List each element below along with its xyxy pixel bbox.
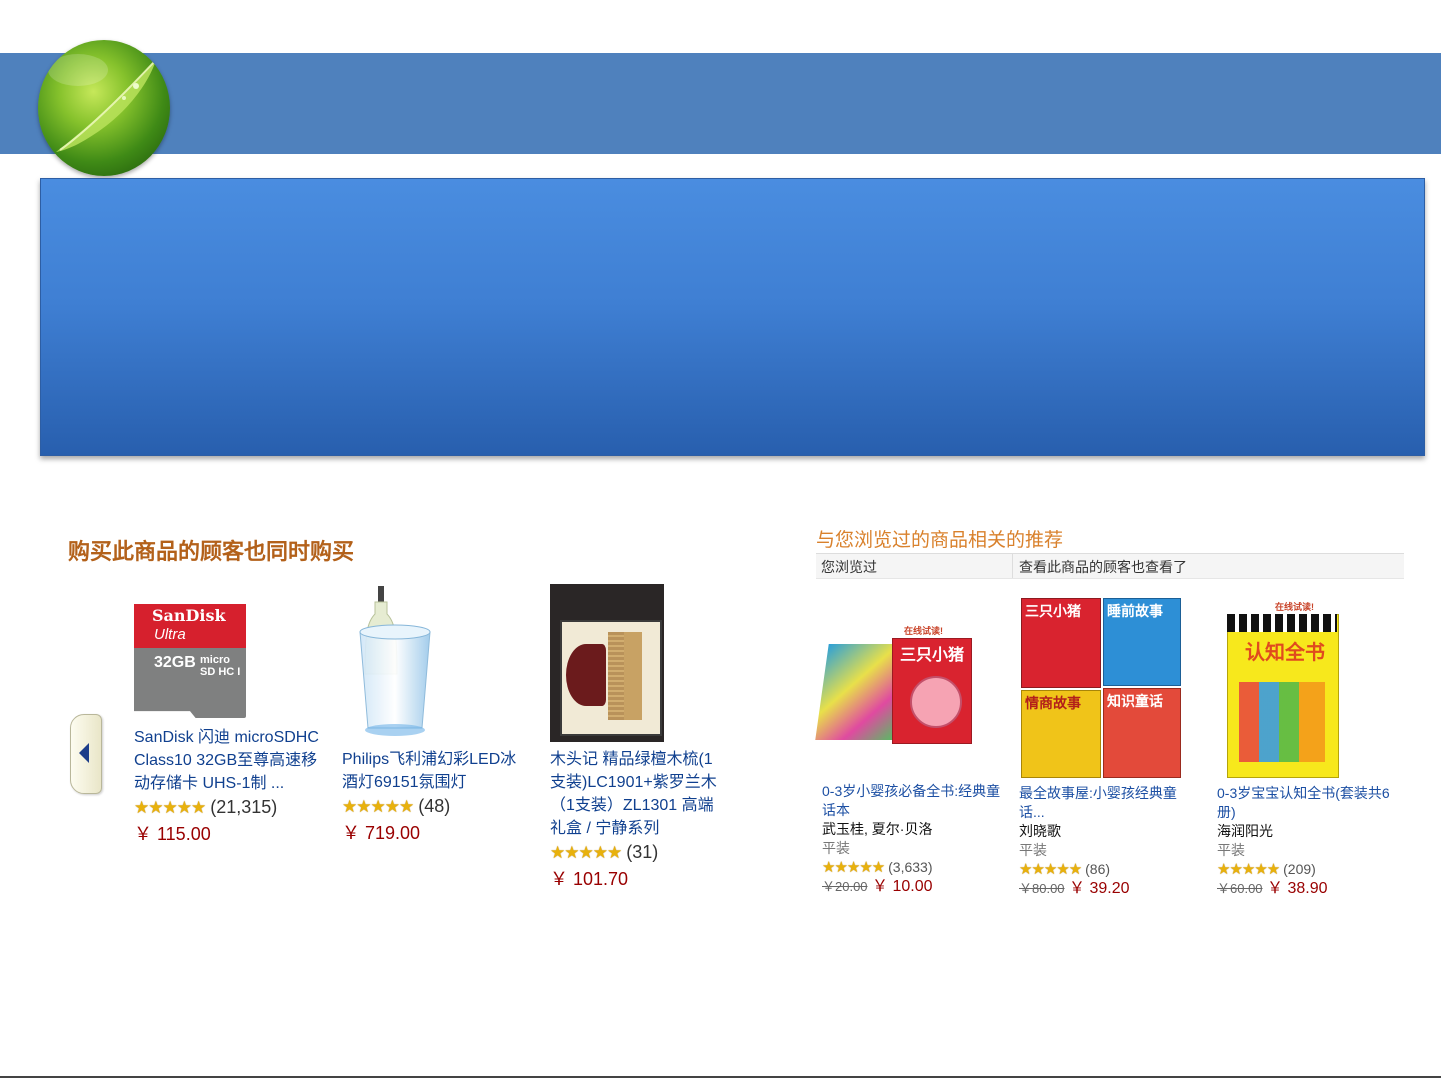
rating-row: ★★★★★ (3,633): [822, 858, 1002, 877]
recommendations-title: 与您浏览过的商品相关的推荐: [816, 530, 1064, 551]
bottom-divider: [0, 1076, 1441, 1078]
review-count-link[interactable]: (86): [1085, 861, 1110, 877]
product-card-sdcard[interactable]: SanDisk Ultra 32GB micro SD HC I SanDisk …: [134, 602, 324, 848]
rating-row: ★★★★★ (209): [1217, 860, 1397, 879]
book-author: 刘晓歌: [1019, 823, 1061, 839]
book-cover-image: 在线试读! 三只小猪: [815, 620, 982, 782]
book-title-link[interactable]: 0-3岁宝宝认知全书(套装共6册): [1217, 784, 1397, 822]
product-price: ￥ 101.70: [550, 869, 629, 889]
product-title-link[interactable]: 木头记 精品绿檀木梳(1支装)LC1901+紫罗兰木（1支装）ZL1301 高端…: [550, 748, 726, 840]
product-price: ￥ 719.00: [342, 823, 421, 843]
star-rating-icon: ★★★★★: [550, 843, 622, 862]
price-row: ￥20.00 ￥ 10.00: [822, 877, 1002, 896]
product-card-winelamp[interactable]: Philips飞利浦幻彩LED冰酒灯69151氛围灯 ★★★★★ (48) ￥ …: [342, 584, 532, 847]
book-author: 海润阳光: [1217, 823, 1273, 839]
recommendation-tabs: 您浏览过 查看此商品的顾客也查看了: [816, 553, 1404, 579]
sale-price: ￥ 39.20: [1069, 880, 1130, 897]
book-cover-image: 三只小猪 睡前故事 情商故事 知识童话: [1019, 596, 1183, 784]
leaf-logo-icon: [38, 40, 170, 176]
list-price: ￥20.00: [822, 879, 868, 894]
book-card-1[interactable]: 在线试读! 三只小猪 0-3岁小婴孩必备全书:经典童话本 武玉桂, 夏尔·贝洛 …: [815, 620, 1002, 896]
sale-price: ￥ 38.90: [1267, 880, 1328, 897]
left-arrow-icon: [79, 743, 89, 763]
also-bought-panel: 购买此商品的顾客也同时购买 SanDisk Ultra 32GB micro SD…: [62, 522, 738, 902]
book-format: 平装: [1019, 842, 1047, 858]
book-author: 武玉桂, 夏尔·贝洛: [822, 821, 933, 837]
product-title-link[interactable]: SanDisk 闪迪 microSDHC Class10 32GB至尊高速移动存…: [134, 726, 324, 795]
carousel-prev-button[interactable]: [70, 714, 102, 794]
book-title-link[interactable]: 0-3岁小婴孩必备全书:经典童话本: [822, 782, 1002, 820]
book-format: 平装: [1217, 842, 1245, 858]
wooden-comb-icon: [550, 584, 664, 742]
book-format: 平装: [822, 840, 850, 856]
review-count-link[interactable]: (3,633): [888, 859, 932, 875]
product-card-comb[interactable]: 木头记 精品绿檀木梳(1支装)LC1901+紫罗兰木（1支装）ZL1301 高端…: [550, 584, 726, 893]
content-placeholder-box: [40, 178, 1425, 456]
review-count-link[interactable]: (31): [626, 842, 658, 862]
wine-bucket-icon: [342, 584, 456, 742]
sd-card-icon: SanDisk Ultra 32GB micro SD HC I: [134, 602, 248, 720]
product-price: ￥ 115.00: [134, 824, 211, 844]
book-card-2[interactable]: 三只小猪 睡前故事 情商故事 知识童话 最全故事屋:小婴孩经典童话... 刘晓歌…: [1019, 596, 1199, 898]
sale-price: ￥ 10.00: [872, 878, 933, 895]
header-band: [0, 53, 1441, 154]
star-rating-icon: ★★★★★: [1019, 861, 1082, 878]
price-row: ￥60.00 ￥ 38.90: [1217, 879, 1397, 898]
list-price: ￥80.00: [1019, 881, 1065, 896]
tab-also-viewed[interactable]: 查看此商品的顾客也查看了: [1019, 557, 1187, 577]
rating-row: ★★★★★ (31): [550, 840, 726, 865]
rating-row: ★★★★★ (48): [342, 794, 532, 819]
rating-row: ★★★★★ (21,315): [134, 795, 324, 820]
review-count-link[interactable]: (21,315): [210, 797, 277, 817]
star-rating-icon: ★★★★★: [134, 798, 206, 817]
star-rating-icon: ★★★★★: [1217, 861, 1280, 878]
book-cover-image: 在线试读! 认知全书: [1217, 596, 1381, 784]
also-bought-title: 购买此商品的顾客也同时购买: [68, 539, 355, 564]
list-price: ￥60.00: [1217, 881, 1263, 896]
rating-row: ★★★★★ (86): [1019, 860, 1199, 879]
star-rating-icon: ★★★★★: [822, 859, 885, 876]
book-card-3[interactable]: 在线试读! 认知全书 0-3岁宝宝认知全书(套装共6册) 海润阳光 平装 ★★★…: [1217, 596, 1397, 898]
book-title-link[interactable]: 最全故事屋:小婴孩经典童话...: [1019, 784, 1199, 822]
product-title-link[interactable]: Philips飞利浦幻彩LED冰酒灯69151氛围灯: [342, 748, 532, 794]
review-count-link[interactable]: (209): [1283, 861, 1316, 877]
price-row: ￥80.00 ￥ 39.20: [1019, 879, 1199, 898]
star-rating-icon: ★★★★★: [342, 797, 414, 816]
recommendations-panel: 与您浏览过的商品相关的推荐 您浏览过 查看此商品的顾客也查看了 在线试读! 三只…: [812, 520, 1408, 920]
review-count-link[interactable]: (48): [418, 796, 450, 816]
tab-browsed[interactable]: 您浏览过: [821, 557, 877, 577]
